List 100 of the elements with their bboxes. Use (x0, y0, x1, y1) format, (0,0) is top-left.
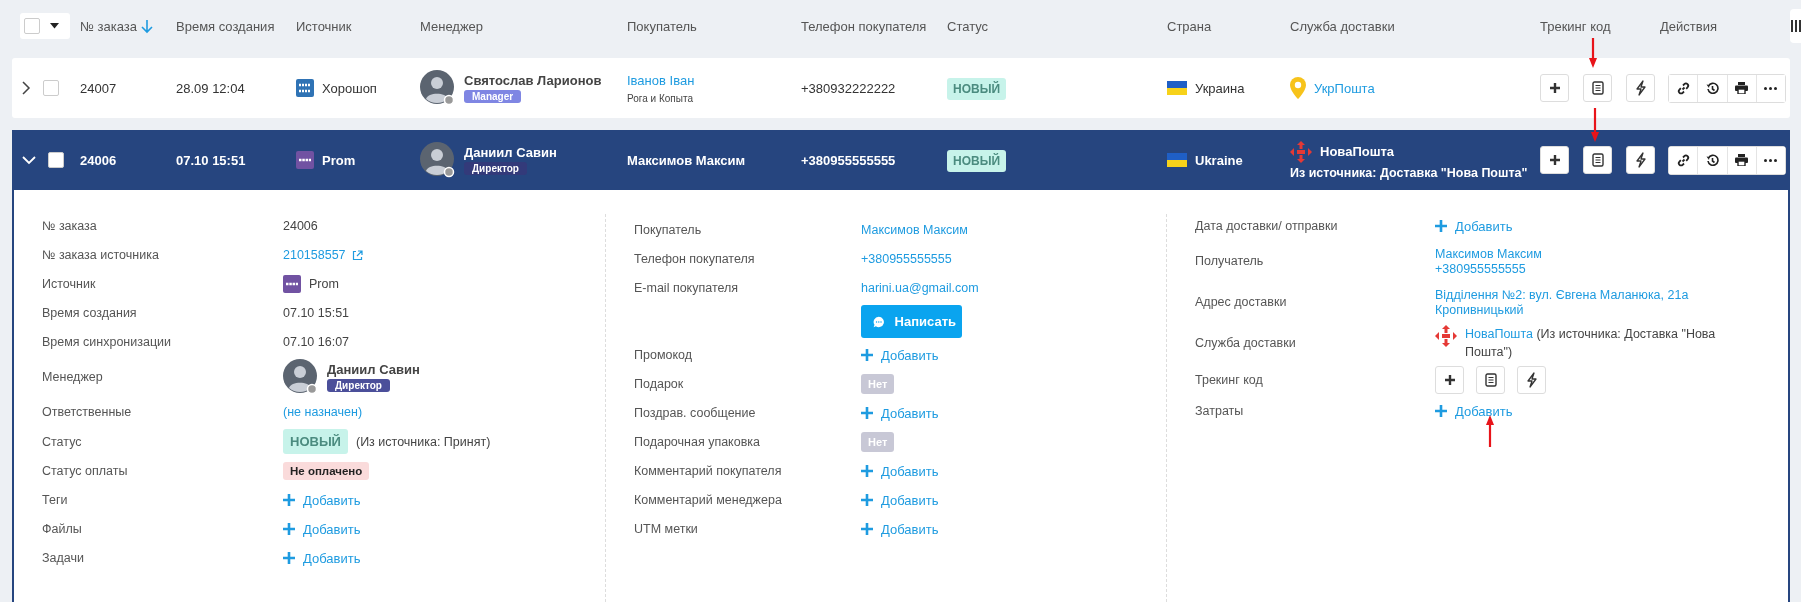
delivery-link[interactable]: УкрПошта (1314, 80, 1375, 96)
buyer-name: Максимов Максим (627, 152, 747, 168)
field-link[interactable]: Кропивницький (1435, 302, 1689, 317)
buyer-link[interactable]: Іванов Іван (627, 72, 801, 88)
source-name: Prom (322, 152, 356, 168)
column-header[interactable]: Страна (1167, 18, 1212, 34)
column-header[interactable]: Источник (296, 18, 352, 34)
external-link-icon[interactable] (351, 249, 363, 261)
select-all-checkbox[interactable] (24, 18, 40, 34)
field-link[interactable]: +380955555555 (861, 252, 952, 266)
field-label: Теги (42, 493, 68, 507)
status-badge[interactable]: НОВЫЙ (283, 429, 348, 454)
column-header[interactable]: Покупатель (627, 18, 697, 34)
tracking-list-button[interactable] (1476, 366, 1505, 394)
chevron-down-icon[interactable] (22, 155, 36, 165)
field-label: Затраты (1195, 404, 1244, 418)
row-checkbox[interactable] (43, 80, 59, 96)
field-label: Получатель (1195, 254, 1264, 268)
column-header[interactable]: Служба доставки (1290, 18, 1395, 34)
add-tracking-button[interactable] (1540, 74, 1569, 102)
delivery-link[interactable]: НоваПошта (1465, 327, 1533, 341)
column-header[interactable]: Менеджер (420, 18, 484, 34)
country-name: Украина (1195, 80, 1245, 96)
logo-icon (296, 151, 314, 169)
add-link[interactable]: Добавить (1435, 218, 1513, 234)
caret-icon (50, 23, 59, 29)
column-header[interactable]: Действия (1660, 18, 1717, 34)
column-header[interactable]: № заказа (80, 18, 137, 34)
lightning-icon (1634, 152, 1647, 168)
link-button[interactable] (1669, 146, 1699, 174)
add-tracking-button[interactable] (1540, 146, 1569, 174)
field-link[interactable]: Максимов Максим (1435, 246, 1542, 261)
auto-tracking-button[interactable] (1517, 366, 1546, 394)
tracking-list-button[interactable] (1583, 146, 1612, 174)
four-arrows-icon (1290, 140, 1312, 163)
plus-icon (861, 349, 873, 361)
field-label: Статус оплаты (42, 464, 128, 478)
printer-icon (1735, 82, 1749, 94)
annotation-arrow (1589, 38, 1597, 68)
field-label: Адрес доставки (1195, 295, 1287, 309)
plus-icon (861, 407, 873, 419)
status-badge[interactable]: НОВЫЙ (947, 149, 1007, 172)
plus-icon (1443, 374, 1456, 386)
field-value: 24006 (283, 219, 318, 233)
field-link[interactable]: +380955555555 (1435, 261, 1542, 276)
field-value: 07.10 15:51 (283, 306, 350, 320)
field-label: E-mail покупателя (634, 281, 739, 295)
plus-icon (1548, 154, 1561, 166)
write-message-button[interactable]: Написать (861, 305, 962, 338)
plus-icon (861, 465, 873, 477)
map-pin-icon (1290, 77, 1306, 99)
delivery-service-text: НоваПошта (Из источника: Доставка "Нова Пошта") (1465, 326, 1717, 361)
flag-icon (1167, 81, 1187, 95)
field-label: Источник (42, 277, 96, 291)
add-link[interactable]: Добавить (861, 405, 939, 421)
field-value: 07.10 16:07 (283, 335, 350, 349)
sort-arrow-icon[interactable] (141, 18, 153, 34)
auto-tracking-button[interactable] (1626, 146, 1655, 174)
add-link[interactable]: Добавить (861, 347, 939, 363)
column-header[interactable]: Трекинг код (1540, 18, 1611, 34)
field-label: Ответственные (42, 405, 132, 419)
payment-status-badge[interactable]: Не оплачено (283, 462, 370, 480)
plus-icon (283, 523, 295, 535)
column-header[interactable]: Время создания (176, 18, 275, 34)
order-row[interactable]: 24006 07.10 15:51 Prom Даниил Савин Директор Максимов Максим +380955555555 НОВЫЙ Ukraine НоваПошта Из источника: Доставка "Нова Пошта" (12, 130, 1790, 190)
row-checkbox[interactable] (48, 152, 64, 168)
chevron-right-icon[interactable] (22, 81, 31, 95)
add-link[interactable]: Добавить (861, 492, 939, 508)
field-link[interactable]: Максимов Максим (861, 223, 968, 237)
field-label: Комментарий менеджера (634, 493, 782, 507)
delivery-note: Из источника: Доставка "Нова Пошта" (1290, 165, 1528, 180)
add-tracking-button[interactable] (1435, 366, 1464, 394)
columns-button[interactable] (1790, 9, 1801, 43)
add-link[interactable]: Добавить (861, 463, 939, 479)
source-order-link[interactable]: 210158557 (283, 248, 346, 262)
tracking-list-button[interactable] (1583, 74, 1612, 102)
field-link[interactable]: Відділення №2: вул. Євгена Маланюка, 21а (1435, 287, 1689, 302)
field-label: Статус (42, 434, 82, 449)
field-link[interactable]: (не назначен) (283, 405, 363, 419)
add-link[interactable]: Добавить (1435, 403, 1513, 419)
history-icon (1705, 81, 1719, 95)
history-icon (1705, 153, 1719, 167)
avatar-icon (420, 70, 456, 106)
column-header[interactable]: Статус (947, 18, 989, 34)
field-label: № заказа источника (42, 248, 159, 262)
order-row[interactable]: 24007 28.09 12:04 Хорошоп Святослав Ларионов Manager Іванов Іван Рога и Копыта +380932222222 НОВЫЙ Украина УкрПошта (12, 58, 1790, 118)
add-link[interactable]: Добавить (283, 550, 361, 566)
column-header[interactable]: Телефон покупателя (801, 18, 927, 34)
link-button[interactable] (1669, 74, 1699, 102)
add-link[interactable]: Добавить (283, 492, 361, 508)
auto-tracking-button[interactable] (1626, 74, 1655, 102)
logo-icon (296, 79, 314, 97)
four-arrows-icon (1435, 325, 1457, 347)
order-number: 24006 (80, 152, 117, 168)
role-badge: Manager (464, 90, 522, 103)
add-link[interactable]: Добавить (861, 521, 939, 537)
field-link[interactable]: harini.ua@gmail.com (861, 281, 979, 295)
add-link[interactable]: Добавить (283, 521, 361, 537)
status-badge[interactable]: НОВЫЙ (947, 77, 1007, 100)
field-label: Комментарий покупателя (634, 464, 782, 478)
